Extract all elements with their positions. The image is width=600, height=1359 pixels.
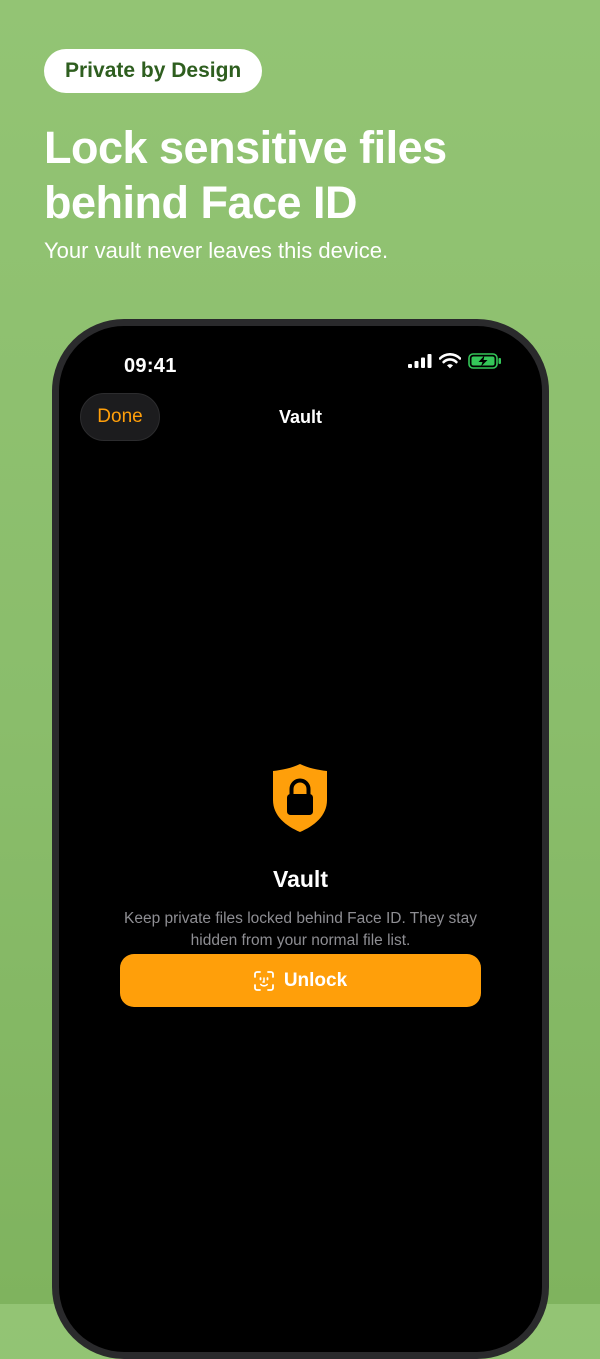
promo-headline: Lock sensitive files behind Face ID xyxy=(44,122,447,228)
promo-badge: Private by Design xyxy=(44,49,263,93)
status-time: 09:41 xyxy=(124,355,177,377)
battery-charging-icon xyxy=(468,353,501,369)
phone-screen: 09:41 Done Vault Vault Keep private file… xyxy=(59,326,542,1352)
vault-title: Vault xyxy=(273,866,328,892)
face-id-icon xyxy=(253,970,274,991)
status-icons xyxy=(408,353,502,369)
unlock-button-label: Unlock xyxy=(283,969,348,991)
wifi-icon xyxy=(439,353,461,369)
unlock-button[interactable]: Unlock xyxy=(120,954,481,1007)
phone-frame: 09:41 Done Vault Vault Keep private file… xyxy=(52,319,549,1359)
nav-title: Vault xyxy=(278,407,322,427)
promo-badge-label: Private by Design xyxy=(65,59,242,82)
shield-lock-icon xyxy=(273,764,327,832)
vault-description: Keep private files locked behind Face ID… xyxy=(124,910,477,949)
cellular-signal-icon xyxy=(408,354,432,368)
promo-subline: Your vault never leaves this device. xyxy=(44,238,389,263)
